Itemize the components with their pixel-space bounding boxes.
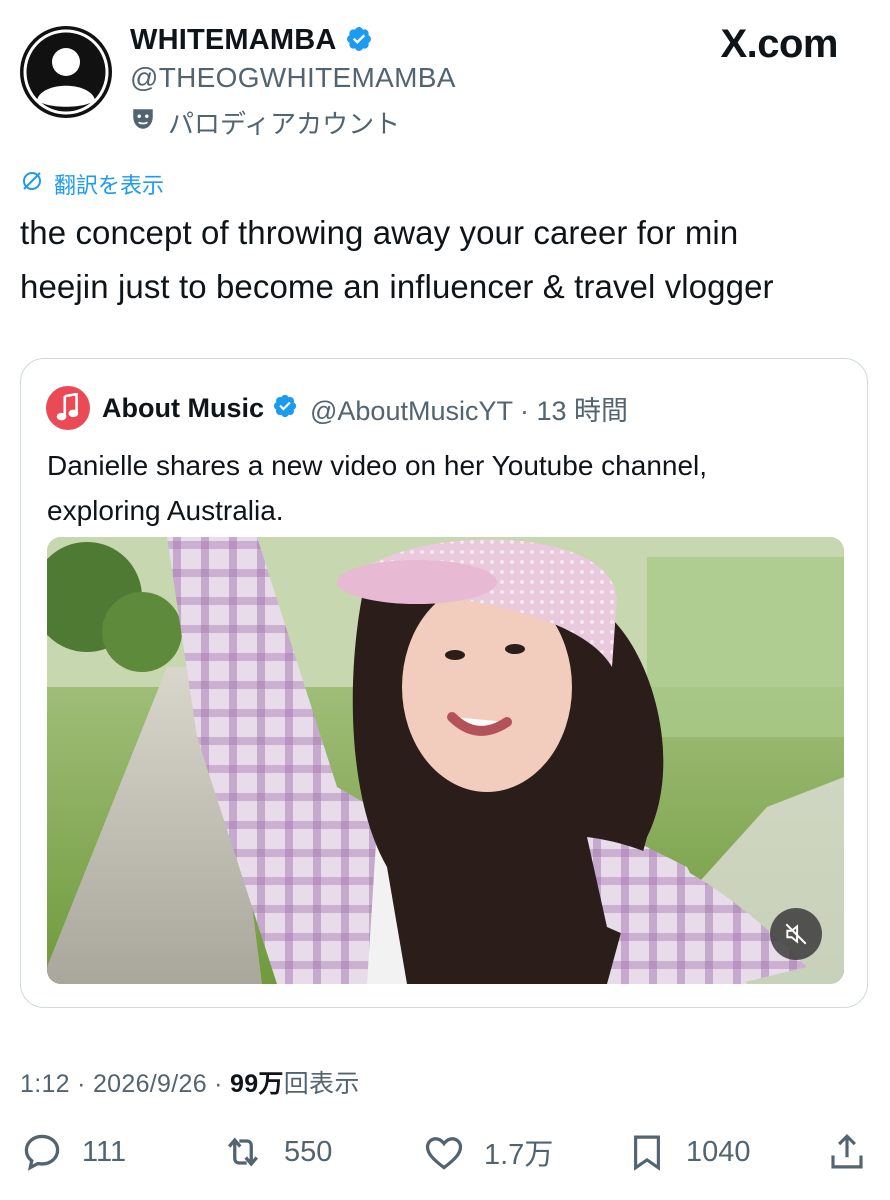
quoted-tweet-header: About Music @AboutMusicYT · 13 時間 [46, 386, 628, 430]
parody-mask-icon [130, 106, 156, 139]
bookmark-icon [634, 1135, 660, 1171]
tweet-text: the concept of throwing away your career… [20, 206, 870, 314]
quoted-author-avatar[interactable] [46, 386, 90, 430]
translate-link[interactable]: 翻訳を表示 [20, 168, 164, 200]
view-label: 回表示 [283, 1070, 360, 1098]
translate-icon [20, 169, 44, 199]
parody-label-text: パロディアカウント [168, 109, 401, 139]
verified-badge-icon [345, 25, 373, 61]
mute-icon [785, 923, 807, 945]
mute-button[interactable] [770, 908, 822, 960]
author-handle[interactable]: @THEOGWHITEMAMBA [130, 62, 456, 94]
default-avatar-icon [23, 29, 109, 115]
quoted-text-line: Danielle shares a new video on her Youtu… [47, 450, 708, 481]
author-display-name[interactable]: WHITEMAMBA [130, 24, 373, 61]
video-frame [47, 537, 844, 984]
video-player[interactable] [47, 537, 844, 984]
reply-icon [24, 1134, 60, 1171]
site-logo: X.com [720, 22, 838, 66]
repost-button[interactable]: 550 [220, 1130, 332, 1174]
bookmark-button[interactable]: 1040 [626, 1130, 751, 1174]
share-icon [831, 1134, 863, 1169]
reply-count: 111 [82, 1135, 127, 1168]
like-icon [425, 1137, 463, 1170]
share-button[interactable] [826, 1130, 868, 1174]
like-button[interactable]: 1.7万 [422, 1130, 553, 1174]
repost-icon [227, 1137, 259, 1167]
music-note-icon [56, 393, 79, 421]
parody-account-label: パロディアカウント [130, 104, 400, 141]
author-name-text[interactable]: WHITEMAMBA [130, 24, 337, 56]
bookmark-count: 1040 [686, 1135, 751, 1168]
repost-count: 550 [284, 1135, 333, 1168]
quoted-tweet-text: Danielle shares a new video on her Youtu… [47, 443, 837, 533]
timestamp[interactable]: 1:12 · 2026/9/26 · [20, 1070, 230, 1098]
tweet-text-line: the concept of throwing away your career… [20, 214, 739, 251]
verified-badge-icon [272, 393, 298, 424]
like-count: 1.7万 [484, 1139, 554, 1171]
quoted-author-name[interactable]: About Music [102, 393, 264, 424]
quoted-tweet-card[interactable]: About Music @AboutMusicYT · 13 時間 Daniel… [20, 358, 868, 1008]
tweet-text-line: heejin just to become an influencer & tr… [20, 268, 774, 305]
view-count: 99万 [230, 1070, 284, 1098]
quoted-author-handle-time[interactable]: @AboutMusicYT · 13 時間 [310, 389, 628, 428]
reply-button[interactable]: 111 [20, 1130, 126, 1174]
quoted-text-line: exploring Australia. [47, 495, 284, 526]
translate-label[interactable]: 翻訳を表示 [54, 168, 164, 200]
avatar[interactable] [20, 26, 112, 118]
tweet-meta: 1:12 · 2026/9/26 · 99万回表示 [20, 1064, 360, 1100]
